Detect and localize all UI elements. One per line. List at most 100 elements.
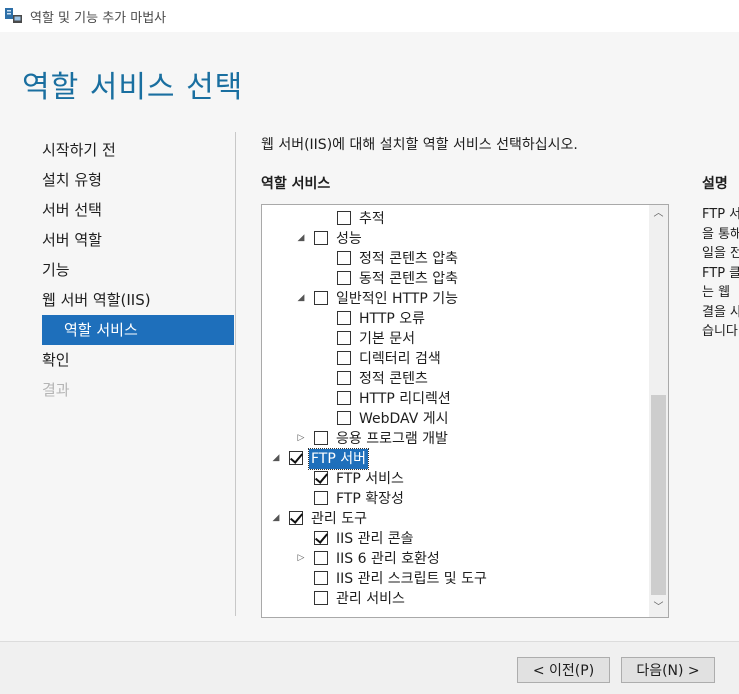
checkbox[interactable] [314,571,328,585]
description-line: FTP 서 [702,207,739,222]
checkbox-checked[interactable] [314,531,328,545]
tree-item[interactable]: ◢ 성능 [262,229,648,249]
collapsed-arrow-icon[interactable]: ▷ [296,551,306,565]
description-line: 습니다 [702,324,738,339]
checkbox[interactable] [314,551,328,565]
tree-item-label[interactable]: IIS 6 관리 호환성 [334,549,442,569]
wizard-step[interactable]: 역할 서비스 [42,315,234,345]
role-services-heading: 역할 서비스 [261,176,331,192]
scroll-thumb[interactable] [651,395,666,595]
tree-item-label[interactable]: 관리 도구 [309,509,369,529]
expanded-arrow-icon[interactable]: ◢ [296,291,306,305]
tree-item-label[interactable]: FTP 확장성 [334,489,406,509]
wizard-step[interactable]: 서버 역할 [42,225,234,255]
checkbox[interactable] [337,331,351,345]
tree-item[interactable]: WebDAV 게시 [262,409,648,429]
tree-item[interactable]: 디렉터리 검색 [262,349,648,369]
next-button[interactable]: 다음(N) > [621,657,715,683]
expanded-arrow-icon[interactable]: ◢ [271,451,281,465]
tree-item[interactable]: 기본 문서 [262,329,648,349]
wizard-step: 결과 [42,381,70,399]
checkbox[interactable] [337,271,351,285]
wizard-step[interactable]: 설치 유형 [42,165,234,195]
description-line: 일을 전 [702,246,739,261]
tree-item-label[interactable]: 관리 서비스 [334,589,407,609]
scroll-down-icon[interactable]: ﹀ [649,599,668,617]
checkbox[interactable] [337,211,351,225]
expanded-arrow-icon[interactable]: ◢ [271,511,281,525]
tree-item-label[interactable]: 동적 콘텐츠 압축 [357,269,460,289]
tree-item[interactable]: ▷ IIS 6 관리 호환성 [262,549,648,569]
tree-item-label[interactable]: HTTP 오류 [357,309,427,329]
tree-item-label[interactable]: IIS 관리 스크립트 및 도구 [334,569,489,589]
checkbox-checked[interactable] [289,511,303,525]
description-line: FTP 클 [702,265,739,281]
checkbox[interactable] [337,251,351,265]
tree-item-label[interactable]: 일반적인 HTTP 기능 [334,289,460,309]
title-bar: 역할 및 기능 추가 마법사 [0,0,739,32]
tree-item-label[interactable]: 디렉터리 검색 [357,349,443,369]
checkbox[interactable] [314,591,328,605]
description-line: 결을 사 [702,304,739,320]
checkbox-checked[interactable] [289,451,303,465]
checkbox[interactable] [314,491,328,505]
server-manager-icon [5,8,22,23]
tree-item[interactable]: IIS 관리 콘솔 [262,529,648,549]
checkbox[interactable] [314,291,328,305]
tree-item[interactable]: HTTP 리디렉션 [262,389,648,409]
tree-item[interactable]: ◢ 일반적인 HTTP 기능 [262,289,648,309]
collapsed-arrow-icon[interactable]: ▷ [296,431,306,445]
tree-item-label[interactable]: FTP 서버 [307,448,370,470]
tree-scrollbar[interactable]: ︿ ﹀ [649,205,668,617]
wizard-step[interactable]: 웹 서버 역할(IIS) [42,285,234,315]
checkbox-checked[interactable] [314,471,328,485]
window-title: 역할 및 기능 추가 마법사 [30,11,167,26]
checkbox[interactable] [337,411,351,425]
tree-item-label[interactable]: 정적 콘텐츠 압축 [357,249,460,269]
instruction-text: 웹 서버(IIS)에 대해 설치할 역할 서비스 선택하십시오. [261,137,578,153]
checkbox[interactable] [337,371,351,385]
page-title: 역할 서비스 선택 [22,70,244,105]
checkbox[interactable] [337,391,351,405]
tree-item[interactable]: 정적 콘텐츠 [262,369,648,389]
divider [235,132,236,616]
tree-item[interactable]: ◢ FTP 서버 [262,448,648,470]
tree-item-label[interactable]: 기본 문서 [357,329,417,349]
tree-item[interactable]: 추적 [262,209,648,229]
tree-item[interactable]: 동적 콘텐츠 압축 [262,269,648,289]
tree-item[interactable]: ▷ 응용 프로그램 개발 [262,429,648,449]
wizard-step[interactable]: 시작하기 전 [42,135,234,165]
checkbox[interactable] [337,311,351,325]
tree-item[interactable]: FTP 서비스 [262,469,648,489]
scroll-up-icon[interactable]: ︿ [649,205,668,223]
tree-item-label[interactable]: IIS 관리 콘솔 [334,529,416,549]
tree-item-label[interactable]: 응용 프로그램 개발 [334,429,450,449]
wizard-step[interactable]: 서버 선택 [42,195,234,225]
wizard-step[interactable]: 확인 [42,345,234,375]
description-text: FTP 서을 통해일을 전 FTP 클는 웹 결을 사습니다 [702,205,739,342]
tree-item-label[interactable]: 성능 [334,229,364,249]
tree-item-label[interactable]: HTTP 리디렉션 [357,389,453,409]
tree-item-label[interactable]: FTP 서비스 [334,469,406,489]
button-bar: < 이전(P) 다음(N) > [0,641,739,694]
tree-item[interactable]: HTTP 오류 [262,309,648,329]
tree-item[interactable]: 관리 서비스 [262,589,648,609]
description-heading: 설명 [702,176,728,192]
tree-item[interactable]: ◢ 관리 도구 [262,509,648,529]
expanded-arrow-icon[interactable]: ◢ [296,231,306,245]
checkbox[interactable] [314,231,328,245]
checkbox[interactable] [337,351,351,365]
tree-item[interactable]: IIS 관리 스크립트 및 도구 [262,569,648,589]
tree-item[interactable]: FTP 확장성 [262,489,648,509]
description-line: 는 웹 [702,285,731,300]
role-services-tree[interactable]: ︿ ﹀ 추적 ◢ 성능 정적 콘텐츠 압축 동적 콘텐츠 압축 ◢ 일반적인 HTTP 기능… [261,204,669,618]
wizard-step[interactable]: 기능 [42,255,234,285]
previous-button[interactable]: < 이전(P) [517,657,610,683]
tree-item-label[interactable]: 정적 콘텐츠 [357,369,430,389]
tree-item[interactable]: 정적 콘텐츠 압축 [262,249,648,269]
wizard-steps: 시작하기 전 설치 유형 서버 선택 서버 역할 기능 웹 서버 역할(IIS) 역할 서비… [42,135,234,405]
description-line: 을 통해 [702,226,739,242]
tree-item-label[interactable]: WebDAV 게시 [357,409,451,429]
tree-item-label[interactable]: 추적 [357,209,387,229]
checkbox[interactable] [314,431,328,445]
